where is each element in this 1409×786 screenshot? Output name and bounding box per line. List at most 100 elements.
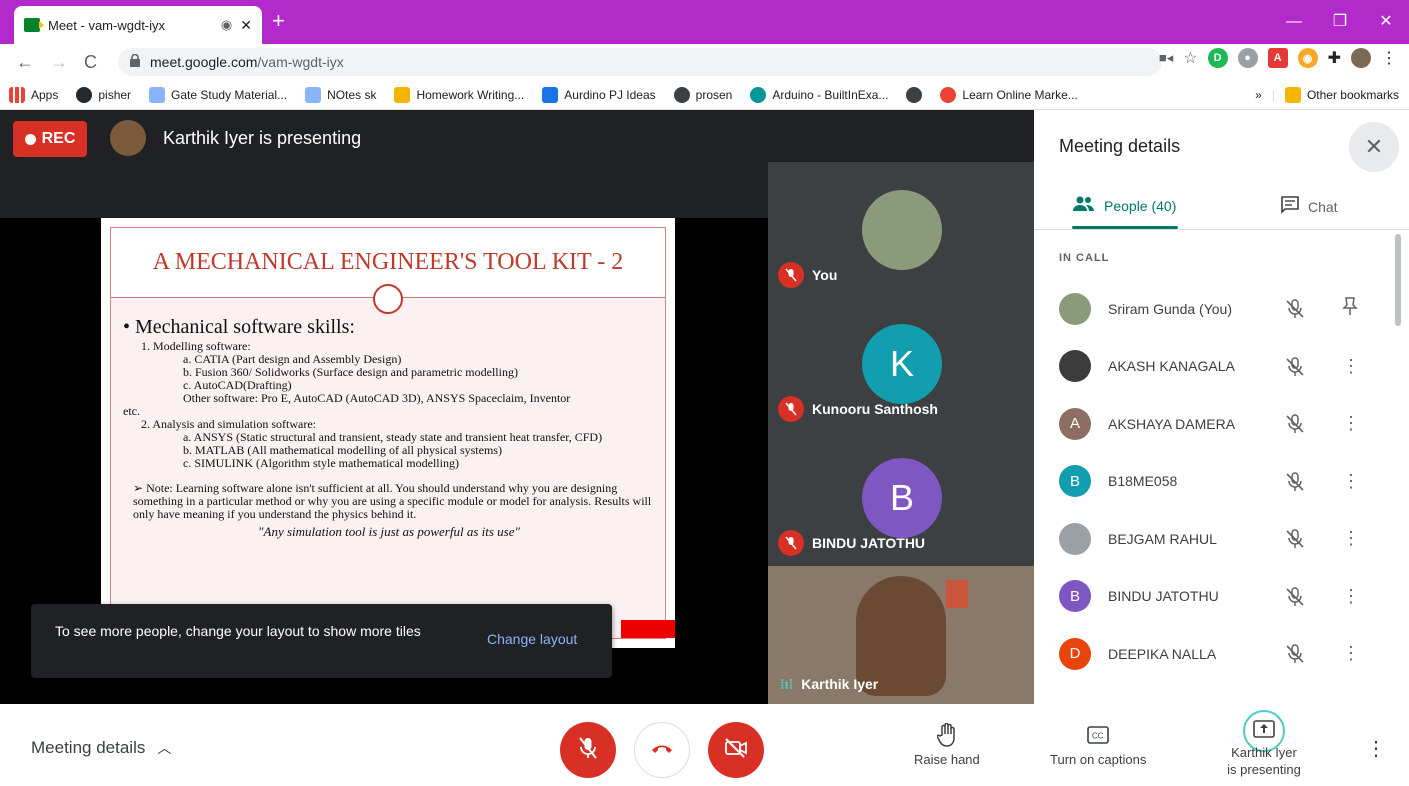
- more-options-icon[interactable]: ⋮: [1342, 413, 1360, 434]
- bookmark-learn-online[interactable]: Learn Online Marke...: [931, 86, 1086, 103]
- captions-button[interactable]: CC Turn on captions: [1050, 724, 1146, 767]
- more-options-icon[interactable]: ⋮: [1342, 528, 1360, 549]
- chevron-up-icon: ︿: [157, 740, 172, 756]
- control-bar: Meeting details ︿ Raise hand CC Turn on c…: [0, 704, 1409, 786]
- image-icon: [149, 86, 166, 103]
- more-options-icon[interactable]: ⋮: [1366, 736, 1386, 761]
- participant-row[interactable]: AKASH KANAGALA ⋮: [1034, 338, 1396, 396]
- pin-icon[interactable]: [1342, 296, 1358, 321]
- bookmark-aurdino[interactable]: Aurdino PJ Ideas: [533, 86, 664, 103]
- slide-circle-decoration: [373, 284, 403, 314]
- camera-blocked-icon[interactable]: ■◂: [1159, 50, 1173, 66]
- reload-button[interactable]: C: [84, 52, 97, 73]
- mic-off-icon: [1284, 298, 1306, 325]
- bookmark-prosen[interactable]: prosen: [665, 86, 742, 103]
- tile-bindu-jatothu[interactable]: B BINDU JATOTHU: [768, 430, 1034, 564]
- more-bookmarks-button[interactable]: »: [1255, 88, 1262, 102]
- people-icon: [1072, 196, 1096, 215]
- bookmark-pisher[interactable]: pisher: [67, 86, 140, 103]
- participant-row[interactable]: B B18ME058 ⋮: [1034, 453, 1396, 511]
- hand-icon: [936, 723, 957, 747]
- camera-toggle-button[interactable]: [708, 722, 764, 778]
- recording-badge: REC: [13, 121, 87, 157]
- leave-call-button[interactable]: [634, 722, 690, 778]
- tile-avatar-k: K: [862, 324, 942, 404]
- svg-text:CC: CC: [1092, 732, 1104, 741]
- apps-grid-icon: [9, 86, 25, 103]
- closed-captions-icon: CC: [1087, 724, 1109, 746]
- extension-green-icon[interactable]: D: [1207, 48, 1228, 68]
- bookmark-gate-study[interactable]: Gate Study Material...: [140, 86, 296, 103]
- participant-row[interactable]: BEJGAM RAHUL ⋮: [1034, 510, 1396, 568]
- mic-off-icon: [1284, 413, 1306, 440]
- extension-pdf-icon[interactable]: A: [1267, 48, 1288, 68]
- browser-tab-meet[interactable]: Meet - vam-wgdt-iyx ◉ ✕: [14, 6, 262, 44]
- new-tab-button[interactable]: +: [272, 10, 285, 32]
- close-window-button[interactable]: ✕: [1363, 0, 1409, 44]
- participant-row[interactable]: B BINDU JATOTHU ⋮: [1034, 568, 1396, 626]
- participant-avatar: [1059, 292, 1091, 325]
- participant-avatar: [1059, 522, 1091, 555]
- presenter-label: Karthik Iyer is presenting: [163, 128, 362, 148]
- slide-bullet-heading: • Mechanical software skills:: [123, 316, 355, 338]
- slide-line: Other software: Pro E, AutoCAD (AutoCAD …: [183, 391, 571, 405]
- address-bar-row: ← → C meet.google.com/vam-wgdt-iyx ■◂ ☆ …: [0, 44, 1409, 80]
- mic-off-icon: [1284, 643, 1306, 670]
- close-panel-button[interactable]: ✕: [1349, 122, 1399, 172]
- profile-avatar-icon[interactable]: [1351, 48, 1371, 68]
- slide-line: c. SIMULINK (Algorithm style mathematica…: [183, 456, 459, 470]
- more-options-icon[interactable]: ⋮: [1342, 356, 1360, 377]
- participant-avatar: B: [1059, 465, 1091, 498]
- slide-body: • Mechanical software skills: 1. Modelli…: [111, 298, 665, 538]
- people-list-scrollbar[interactable]: [1395, 234, 1401, 326]
- slide-frame: A MECHANICAL ENGINEER'S TOOL KIT - 2 • M…: [110, 227, 666, 639]
- layout-snackbar: To see more people, change your layout t…: [31, 604, 612, 678]
- other-bookmarks-folder[interactable]: Other bookmarks: [1284, 87, 1399, 103]
- raise-hand-button[interactable]: Raise hand: [914, 723, 980, 767]
- tile-kunooru-santhosh[interactable]: K Kunooru Santhosh: [768, 296, 1034, 430]
- change-layout-button[interactable]: Change layout: [487, 631, 577, 647]
- extension-owl-icon[interactable]: ◉: [1297, 48, 1318, 68]
- bookmark-apps[interactable]: Apps: [0, 86, 67, 103]
- url-host: meet.google.com: [150, 54, 258, 70]
- minimize-button[interactable]: —: [1271, 0, 1317, 44]
- forward-button[interactable]: →: [50, 52, 68, 73]
- slide-note: ➢ Note: Learning software alone isn't su…: [133, 481, 652, 521]
- panel-title: Meeting details: [1059, 136, 1181, 156]
- bookmark-homework[interactable]: Homework Writing...: [385, 86, 533, 103]
- microphone-toggle-button[interactable]: [560, 722, 616, 778]
- restore-button[interactable]: ❐: [1317, 0, 1363, 44]
- meeting-details-toggle[interactable]: Meeting details ︿: [31, 738, 171, 758]
- tile-karthik-iyer-camera[interactable]: ⁞ı⁞ Karthik Iyer: [768, 566, 1034, 704]
- audio-level-icon: ⁞ı⁞: [780, 676, 794, 692]
- panel-tabs: People (40) Chat: [1034, 184, 1409, 230]
- extension-white-icon[interactable]: ●: [1237, 48, 1258, 68]
- more-options-icon[interactable]: ⋮: [1342, 471, 1360, 492]
- bookmark-globe[interactable]: [897, 86, 931, 103]
- tile-you[interactable]: You: [768, 162, 1034, 296]
- more-options-icon[interactable]: ⋮: [1342, 643, 1360, 664]
- address-bar[interactable]: meet.google.com/vam-wgdt-iyx: [118, 48, 1162, 76]
- participant-row[interactable]: Sriram Gunda (You): [1034, 280, 1396, 338]
- participant-name: BEJGAM RAHUL: [1108, 530, 1217, 547]
- bookmark-notes[interactable]: NOtes sk: [296, 86, 385, 103]
- tab-close-icon[interactable]: ✕: [240, 17, 252, 34]
- wall-picture: [946, 580, 968, 608]
- slide-lines: 1. Modelling software: a. CATIA (Part des…: [123, 340, 655, 470]
- shared-slide: A MECHANICAL ENGINEER'S TOOL KIT - 2 • M…: [101, 218, 675, 648]
- bookmark-arduino[interactable]: Arduino - BuiltInExa...: [741, 86, 897, 103]
- participant-avatar: B: [1059, 580, 1091, 613]
- more-options-icon[interactable]: ⋮: [1342, 586, 1360, 607]
- mic-off-icon: [778, 530, 804, 556]
- camera-off-icon: [724, 737, 748, 763]
- browser-menu-icon[interactable]: ⋮: [1381, 48, 1397, 68]
- participant-avatar: D: [1059, 637, 1091, 670]
- participant-row[interactable]: A AKSHAYA DAMERA ⋮: [1034, 395, 1396, 453]
- participant-avatar: [1059, 350, 1091, 383]
- back-button[interactable]: ←: [16, 52, 34, 73]
- extensions-puzzle-icon[interactable]: ✚: [1328, 48, 1341, 68]
- tab-chat[interactable]: Chat: [1280, 196, 1338, 217]
- participant-row[interactable]: D DEEPIKA NALLA ⋮: [1034, 625, 1396, 683]
- bookmark-star-icon[interactable]: ☆: [1183, 48, 1197, 68]
- tab-people[interactable]: People (40): [1072, 196, 1176, 215]
